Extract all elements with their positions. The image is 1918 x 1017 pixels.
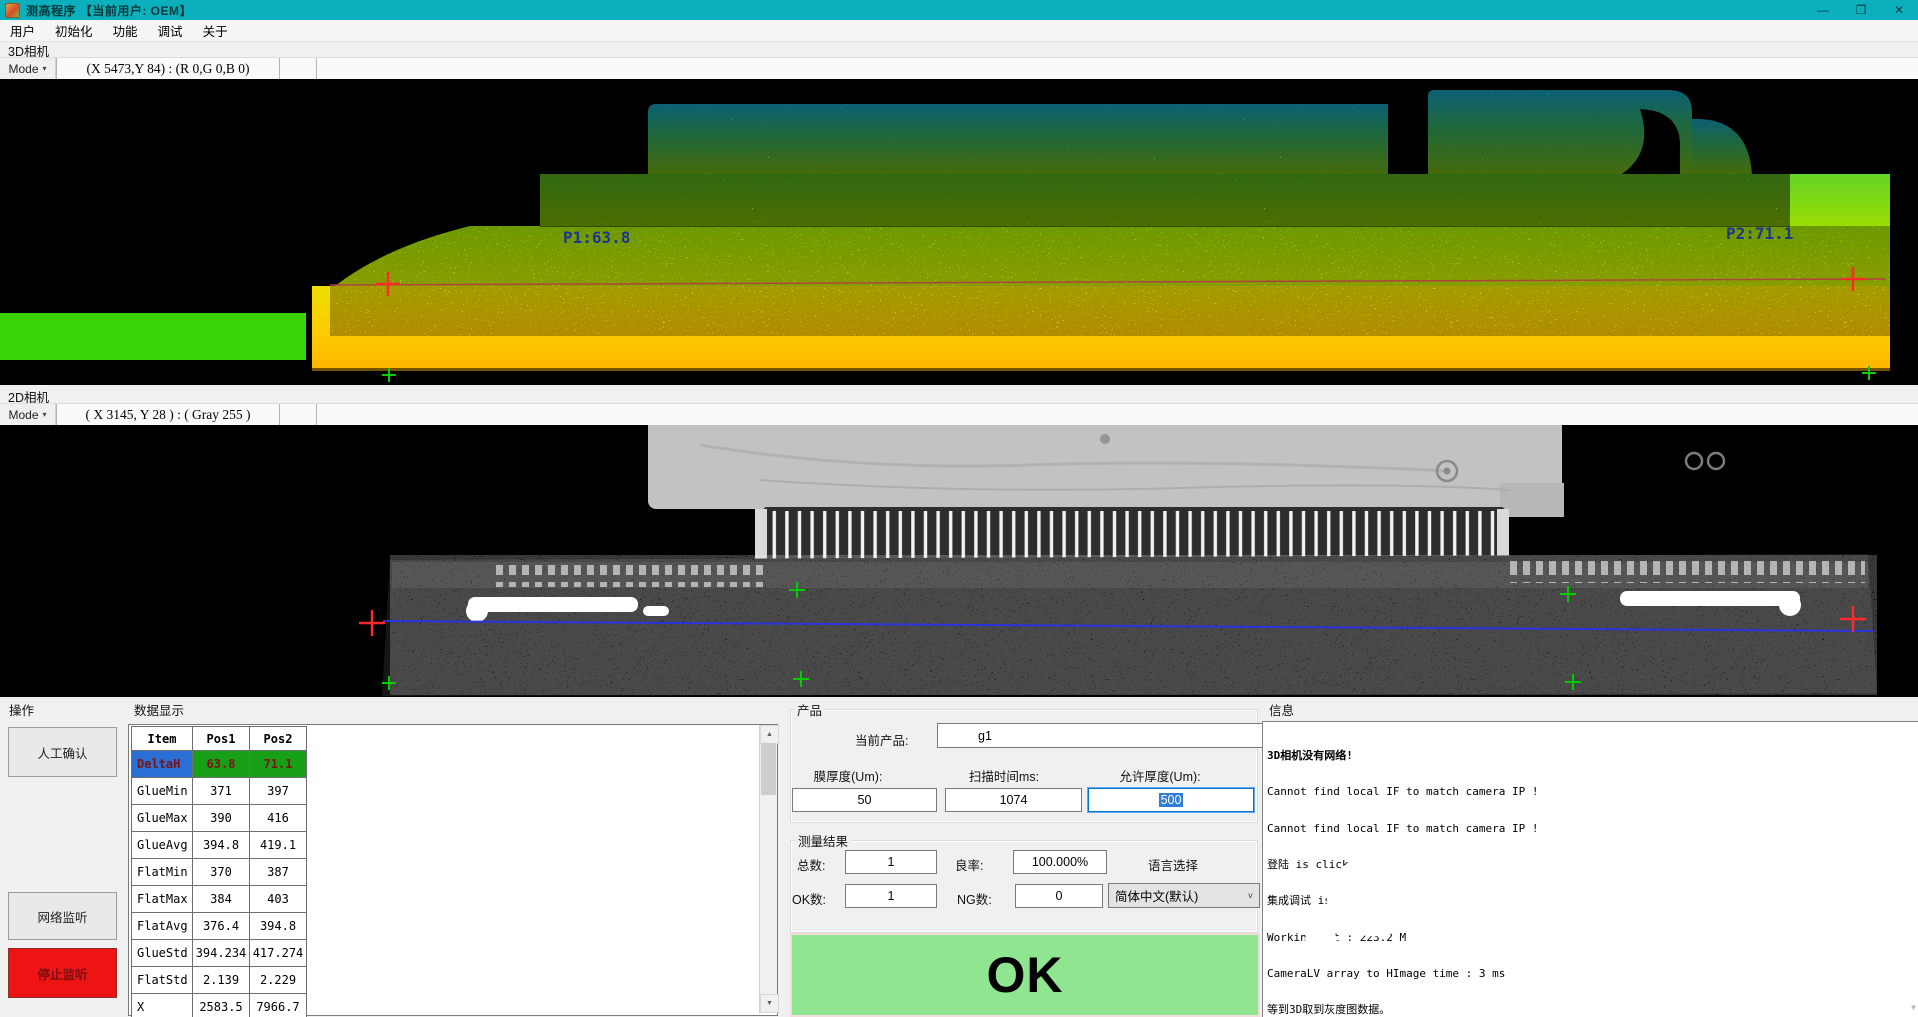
yield-field[interactable]: 100.000% (1013, 850, 1107, 874)
table-row[interactable]: GlueAvg 394.8 419.1 (132, 832, 307, 859)
info-section-label: 信息 (1266, 700, 1297, 719)
status-badge: OK (987, 946, 1064, 1004)
ng-count-label: NG数: (957, 889, 992, 908)
p1-measure-label: P1:63.8 (563, 228, 630, 247)
selected-text: 500 (1159, 793, 1184, 807)
col-header-item: Item (132, 727, 193, 751)
menu-debug[interactable]: 调试 (148, 20, 193, 41)
camera3d-viewport[interactable]: P1:63.8 P2:71.1 (0, 79, 1918, 385)
table-row[interactable]: X 2583.5 7966.7 (132, 994, 307, 1017)
chevron-down-icon: ˅ (1248, 891, 1253, 901)
camera3d-modebar: Mode ▾ (X 5473,Y 84) : (R 0,G 0,B 0) (0, 57, 1918, 80)
table-row[interactable]: FlatMin 370 387 (132, 859, 307, 886)
minimize-button[interactable]: — (1804, 0, 1842, 20)
ok-count-field[interactable]: 1 (845, 884, 937, 908)
language-label: 语言选择 (1148, 855, 1198, 874)
total-label: 总数: (797, 855, 825, 874)
table-row[interactable]: GlueMin 371 397 (132, 778, 307, 805)
product-section-label: 产品 (794, 700, 825, 719)
table-row[interactable]: DeltaH 63.8 71.1 (132, 751, 307, 778)
table-row[interactable]: GlueMax 390 416 (132, 805, 307, 832)
window-title: 测高程序 【当前用户: OEM】 (26, 2, 192, 19)
maximize-button[interactable]: ❐ (1842, 0, 1880, 20)
scan-time-field[interactable]: 1074 (945, 788, 1082, 812)
result-status-panel: OK (790, 933, 1260, 1017)
table-row[interactable]: GlueStd 394.234 417.274 (132, 940, 307, 967)
current-product-label: 当前产品: (855, 730, 908, 749)
measurement-table: Item Pos1 Pos2 DeltaH 63.8 71.1 GlueMin … (131, 726, 307, 1017)
redaction-blob (1322, 833, 1440, 858)
yield-label: 良率: (955, 855, 983, 874)
grayscale-image (0, 425, 1918, 697)
camera2d-pixel-readout: ( X 3145, Y 28 ) : ( Gray 255 ) (56, 404, 280, 425)
col-header-pos2: Pos2 (250, 727, 307, 751)
table-header-row: Item Pos1 Pos2 (132, 727, 307, 751)
camera3d-status-cell (280, 58, 317, 79)
current-product-field[interactable]: g1 (937, 723, 1292, 748)
redaction-blob (1305, 933, 1337, 945)
application-window: 测高程序 【当前用户: OEM】 — ❐ ✕ 用户 初始化 功能 调试 关于 3… (0, 0, 1918, 1017)
window-controls: — ❐ ✕ (1804, 0, 1918, 20)
film-thickness-field[interactable]: 50 (792, 788, 937, 812)
scroll-down-icon[interactable]: ▼ (760, 994, 779, 1013)
chevron-down-icon: ▾ (43, 64, 47, 73)
total-field[interactable]: 1 (845, 850, 937, 874)
menu-about[interactable]: 关于 (193, 20, 238, 41)
stop-listen-button[interactable]: 停止监听 (8, 948, 117, 998)
log-line: CameraLV array to HImage time : 3 ms (1267, 968, 1918, 980)
network-listen-button[interactable]: 网络监听 (8, 892, 117, 940)
data-display-list: Item Pos1 Pos2 DeltaH 63.8 71.1 GlueMin … (128, 724, 778, 1016)
close-button[interactable]: ✕ (1880, 0, 1918, 20)
menu-initialize[interactable]: 初始化 (45, 20, 103, 41)
camera3d-pixel-readout: (X 5473,Y 84) : (R 0,G 0,B 0) (56, 58, 280, 79)
camera2d-modebar: Mode ▾ ( X 3145, Y 28 ) : ( Gray 255 ) (0, 403, 1918, 426)
table-row[interactable]: FlatAvg 376.4 394.8 (132, 913, 307, 940)
camera3d-status-cell-2 (317, 58, 1918, 79)
camera3d-mode-button[interactable]: Mode ▾ (0, 58, 56, 79)
log-line: 3D相机没有网络! (1267, 750, 1918, 762)
height-map-image: P1:63.8 P2:71.1 (0, 79, 1918, 385)
p2-measure-label: P2:71.1 (1726, 224, 1793, 243)
titlebar[interactable]: 测高程序 【当前用户: OEM】 — ❐ ✕ (0, 0, 1918, 20)
log-line: Cannot find local IF to match camera IP … (1267, 786, 1918, 798)
menubar: 用户 初始化 功能 调试 关于 (0, 20, 1918, 42)
log-line: 等到3D取到灰度图数据。 (1267, 1004, 1918, 1016)
allow-thickness-field[interactable]: 500 (1088, 788, 1254, 812)
table-row[interactable]: FlatStd 2.139 2.229 (132, 967, 307, 994)
table-scrollbar[interactable]: ▲ ▼ (759, 725, 777, 1013)
app-icon (5, 3, 20, 18)
ok-count-label: OK数: (792, 889, 826, 908)
camera2d-mode-button[interactable]: Mode ▾ (0, 404, 56, 425)
ng-count-field[interactable]: 0 (1015, 884, 1103, 908)
scrollbar-thumb[interactable] (761, 743, 776, 795)
scroll-up-icon[interactable]: ▲ (760, 725, 779, 744)
camera2d-status-cell-2 (317, 404, 1918, 425)
allow-thickness-label: 允许厚度(Um): (1110, 766, 1210, 785)
film-thickness-label: 膜厚度(Um): (800, 766, 896, 785)
scroll-down-icon[interactable]: ▼ (1911, 1002, 1916, 1014)
data-display-section-label: 数据显示 (131, 700, 187, 719)
camera2d-status-cell (280, 404, 317, 425)
menu-function[interactable]: 功能 (103, 20, 148, 41)
menu-user[interactable]: 用户 (0, 20, 45, 41)
scan-time-label: 扫描时间ms: (962, 766, 1046, 785)
results-section-label: 测量结果 (795, 831, 851, 850)
redaction-blob (1500, 917, 1762, 928)
manual-confirm-button[interactable]: 人工确认 (8, 727, 117, 777)
col-header-pos1: Pos1 (193, 727, 250, 751)
camera2d-viewport[interactable] (0, 425, 1918, 697)
chevron-down-icon: ▾ (43, 410, 47, 419)
operations-section-label: 操作 (6, 700, 37, 719)
language-select[interactable]: 简体中文(默认) ˅ (1108, 883, 1260, 908)
table-row[interactable]: FlatMax 384 403 (132, 886, 307, 913)
